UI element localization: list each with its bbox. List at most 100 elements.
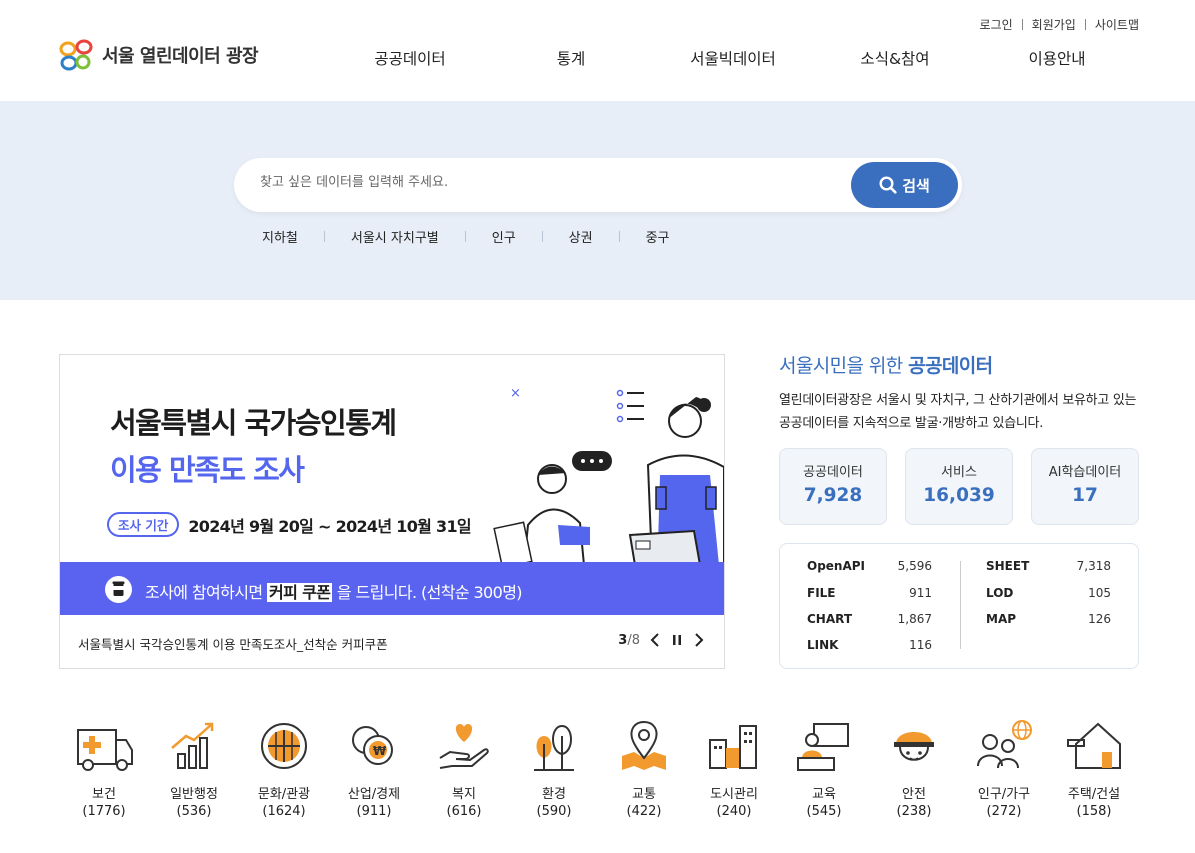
category-admin[interactable]: 일반행정 (536): [149, 718, 239, 819]
category-name: 도시관리: [710, 787, 758, 802]
category-safety[interactable]: 안전 (238): [869, 718, 959, 819]
divider: [1084, 19, 1086, 30]
teacher-icon: [797, 723, 849, 771]
stat-label: 공공데이터: [803, 465, 863, 480]
category-count: (590): [536, 804, 572, 819]
survey-period: 조사 기간 2024년 9월 20일 ~ 2024년 10월 31일: [107, 512, 472, 537]
category-education[interactable]: 교육 (545): [779, 718, 869, 819]
category-name: 교육: [812, 787, 836, 802]
format-value: 126: [1088, 612, 1111, 626]
format-row-openapi[interactable]: OpenAPI 5,596: [807, 559, 932, 573]
banner-slide[interactable]: 서울특별시 국가승인통계 이용 만족도 조사 조사 기간 2024년 9월 20…: [60, 355, 724, 615]
prev-slide-button[interactable]: [648, 631, 662, 649]
coupon-text-post: 을 드립니다. (선착순 300명): [336, 583, 523, 602]
nav-news-participation[interactable]: 소식&참여: [860, 47, 929, 69]
format-key: LOD: [986, 586, 1014, 600]
stat-card-public-data[interactable]: 공공데이터 7,928: [779, 448, 887, 525]
category-count: (1624): [262, 804, 306, 819]
search-box: 검색: [234, 158, 962, 212]
category-name: 환경: [542, 787, 566, 802]
format-row-map[interactable]: MAP 126: [986, 612, 1111, 626]
format-row-chart[interactable]: CHART 1,867: [807, 612, 932, 626]
category-count: (158): [1076, 804, 1112, 819]
stat-card-service[interactable]: 서비스 16,039: [905, 448, 1013, 525]
category-list: 보건 (1776) 일반행정 (536) 문화/관광 (1624) ₩ 산업/경…: [59, 718, 1139, 828]
format-value: 105: [1088, 586, 1111, 600]
format-row-file[interactable]: FILE 911: [807, 586, 932, 600]
house-build-icon: [1067, 722, 1121, 769]
search-button[interactable]: 검색: [851, 162, 958, 208]
category-count: (1776): [82, 804, 126, 819]
nav-public-data[interactable]: 공공데이터: [374, 47, 445, 69]
svg-text:×: ×: [510, 386, 521, 401]
banner-controls: 3/8: [618, 631, 706, 649]
category-name: 교통: [632, 787, 656, 802]
category-environment[interactable]: 환경 (590): [509, 718, 599, 819]
stat-card-ai-data[interactable]: AI학습데이터 17: [1031, 448, 1139, 525]
search-input[interactable]: [260, 175, 820, 190]
category-count: (422): [626, 804, 662, 819]
nav-guide[interactable]: 이용안내: [1028, 47, 1085, 69]
format-key: MAP: [986, 612, 1017, 626]
info-description: 열린데이터광장은 서울시 및 자치구, 그 산하기관에서 보유하고 있는 공공데…: [779, 393, 1137, 431]
signup-link[interactable]: 회원가입: [1032, 16, 1076, 33]
stat-value: 16,039: [923, 485, 995, 506]
slide-current: 3: [618, 632, 628, 648]
search-hero: 검색 지하철 서울시 자치구별 인구 상권 중구: [0, 101, 1195, 300]
login-link[interactable]: 로그인: [980, 16, 1013, 33]
chevron-left-icon: [650, 633, 659, 647]
keyword-item[interactable]: 중구: [646, 227, 670, 246]
info-title-bold: 공공데이터: [908, 355, 993, 377]
window-icon: [261, 723, 307, 769]
category-count: (272): [986, 804, 1022, 819]
helmet-icon: [894, 732, 934, 761]
nav-statistics[interactable]: 통계: [557, 47, 586, 69]
category-population[interactable]: 인구/가구 (272): [959, 718, 1049, 819]
coupon-strip: 조사에 참여하시면 커피 쿠폰 을 드립니다. (선착순 300명): [60, 562, 724, 615]
category-welfare[interactable]: 복지 (616): [419, 718, 509, 819]
format-key: OpenAPI: [807, 559, 866, 573]
category-traffic[interactable]: 교통 (422): [599, 718, 689, 819]
category-name: 산업/경제: [347, 787, 401, 802]
category-urban[interactable]: 도시관리 (240): [689, 718, 779, 819]
keyword-item[interactable]: 지하철: [262, 227, 298, 246]
popular-keywords: 지하철 서울시 자치구별 인구 상권 중구: [262, 227, 670, 246]
category-health[interactable]: 보건 (1776): [59, 718, 149, 819]
category-name: 안전: [902, 787, 926, 802]
format-value: 5,596: [897, 559, 932, 573]
slide-total: /8: [627, 632, 640, 648]
format-value: 7,318: [1076, 559, 1111, 573]
banner-caption[interactable]: 서울특별시 국각승인통계 이용 만족도조사_선착순 커피쿠폰: [78, 634, 388, 653]
period-tag: 조사 기간: [107, 512, 180, 537]
format-row-link[interactable]: LINK 116: [807, 638, 932, 652]
slide-pager: 3/8: [618, 633, 640, 648]
trees-icon: [534, 724, 574, 771]
pause-slide-button[interactable]: [670, 631, 684, 649]
keyword-item[interactable]: 상권: [569, 227, 593, 246]
format-row-sheet[interactable]: SHEET 7,318: [986, 559, 1111, 573]
format-row-lod[interactable]: LOD 105: [986, 586, 1111, 600]
category-culture[interactable]: 문화/관광 (1624): [239, 718, 329, 819]
svg-text:₩: ₩: [373, 744, 387, 758]
format-value: 1,867: [897, 612, 932, 626]
next-slide-button[interactable]: [692, 631, 706, 649]
category-count: (545): [806, 804, 842, 819]
banner-title-line1: 서울특별시 국가승인통계: [110, 406, 397, 440]
divider: [1021, 19, 1023, 30]
keyword-item[interactable]: 서울시 자치구별: [351, 227, 439, 246]
category-housing[interactable]: 주택/건설 (158): [1049, 718, 1139, 819]
keyword-item[interactable]: 인구: [492, 227, 516, 246]
utility-links: 로그인 회원가입 사이트맵: [980, 16, 1139, 33]
search-icon: [879, 176, 897, 194]
nav-seoul-bigdata[interactable]: 서울빅데이터: [690, 47, 776, 69]
sitemap-link[interactable]: 사이트맵: [1095, 16, 1139, 33]
category-economy[interactable]: ₩ 산업/경제 (911): [329, 718, 419, 819]
stat-value: 7,928: [803, 485, 863, 506]
stat-label: 서비스: [941, 465, 977, 480]
format-summary: OpenAPI 5,596 FILE 911 CHART 1,867 LINK 116 …: [779, 543, 1139, 669]
format-key: CHART: [807, 612, 853, 626]
format-key: FILE: [807, 586, 836, 600]
people-globe-icon: [977, 720, 1032, 769]
coupon-text-pre: 조사에 참여하시면: [145, 583, 263, 602]
info-title: 서울시민을 위한 공공데이터: [779, 351, 993, 378]
